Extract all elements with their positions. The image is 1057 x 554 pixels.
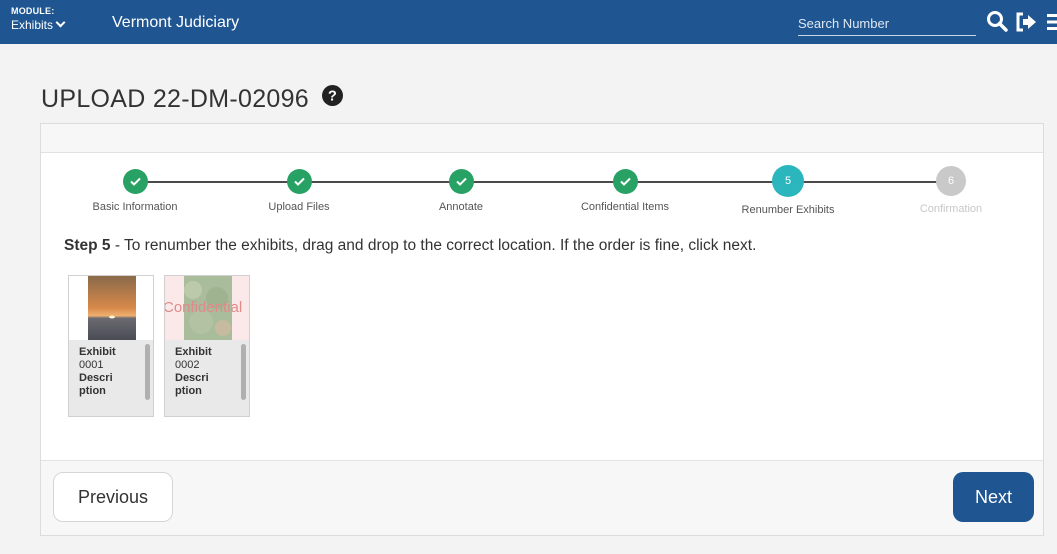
exhibit-info: Exhibit 0001 Descri ption — [69, 340, 153, 416]
card-scrollbar[interactable] — [145, 344, 150, 400]
panel-header — [41, 124, 1043, 153]
step-basic-information: Basic Information — [55, 167, 215, 213]
exhibit-description-label: Descri — [175, 372, 209, 384]
step-label: Basic Information — [92, 201, 178, 213]
step-label: Confirmation — [919, 203, 983, 215]
exhibit-label: Exhibit — [79, 346, 116, 358]
step-confirmation: 6 Confirmation — [871, 166, 1031, 215]
check-icon — [122, 169, 148, 194]
exhibit-card[interactable]: Confidential Exhibit 0002 Descri ption — [164, 275, 250, 417]
search-icon[interactable] — [986, 10, 1008, 37]
previous-button[interactable]: Previous — [53, 472, 173, 522]
menu-icon[interactable] — [1045, 13, 1057, 36]
exhibit-description-label: Descri — [79, 372, 113, 384]
exhibit-description-label-cont: ption — [175, 385, 202, 397]
panel-footer — [41, 460, 1043, 535]
page-title-text: UPLOAD 22-DM-02096 — [41, 85, 310, 113]
step-renumber-exhibits: 5 Renumber Exhibits — [708, 165, 868, 216]
next-button[interactable]: Next — [953, 472, 1034, 522]
step-label: Confidential Items — [580, 201, 670, 213]
module-selector[interactable]: MODULE: Exhibits — [11, 6, 66, 34]
exhibit-number: 0001 — [79, 359, 104, 371]
card-scrollbar[interactable] — [241, 344, 246, 400]
check-icon — [448, 169, 474, 194]
exhibit-description-label-cont: ption — [79, 385, 106, 397]
step-label: Upload Files — [268, 201, 330, 213]
help-icon[interactable]: ? — [322, 84, 344, 113]
check-icon — [286, 169, 312, 194]
search-input[interactable] — [798, 12, 976, 36]
module-label: MODULE: — [11, 6, 55, 16]
instruction-text: - To renumber the exhibits, drag and dro… — [110, 237, 757, 254]
step-label: Annotate — [438, 201, 484, 213]
exhibit-thumbnail — [69, 276, 153, 340]
exhibit-info: Exhibit 0002 Descri ption — [165, 340, 249, 416]
step-number: 5 — [772, 165, 804, 197]
step-label: Renumber Exhibits — [741, 204, 835, 216]
top-nav-bar: MODULE: Exhibits Vermont Judiciary — [0, 0, 1057, 44]
step-number: 6 — [936, 166, 966, 196]
step-upload-files: Upload Files — [219, 167, 379, 213]
chevron-down-icon — [55, 17, 66, 28]
upload-panel: Basic Information Upload Files Annotate … — [40, 123, 1044, 536]
exhibit-label: Exhibit — [175, 346, 212, 358]
module-value: Exhibits — [11, 18, 54, 32]
step-number-label: Step 5 — [64, 237, 111, 254]
step-confidential-items: Confidential Items — [545, 167, 705, 213]
exhibit-thumbnail: Confidential — [165, 276, 249, 340]
exhibit-card[interactable]: Exhibit 0001 Descri ption — [68, 275, 154, 417]
check-icon — [612, 169, 638, 194]
page-title: UPLOAD 22-DM-02096 ? — [41, 84, 344, 115]
svg-text:?: ? — [328, 89, 337, 105]
step-instruction: Step 5 - To renumber the exhibits, drag … — [64, 237, 756, 255]
confidential-overlay: Confidential — [164, 299, 243, 316]
app-title[interactable]: Vermont Judiciary — [112, 13, 239, 33]
step-annotate: Annotate — [381, 167, 541, 213]
logout-icon[interactable] — [1015, 12, 1037, 37]
exhibit-number: 0002 — [175, 359, 200, 371]
